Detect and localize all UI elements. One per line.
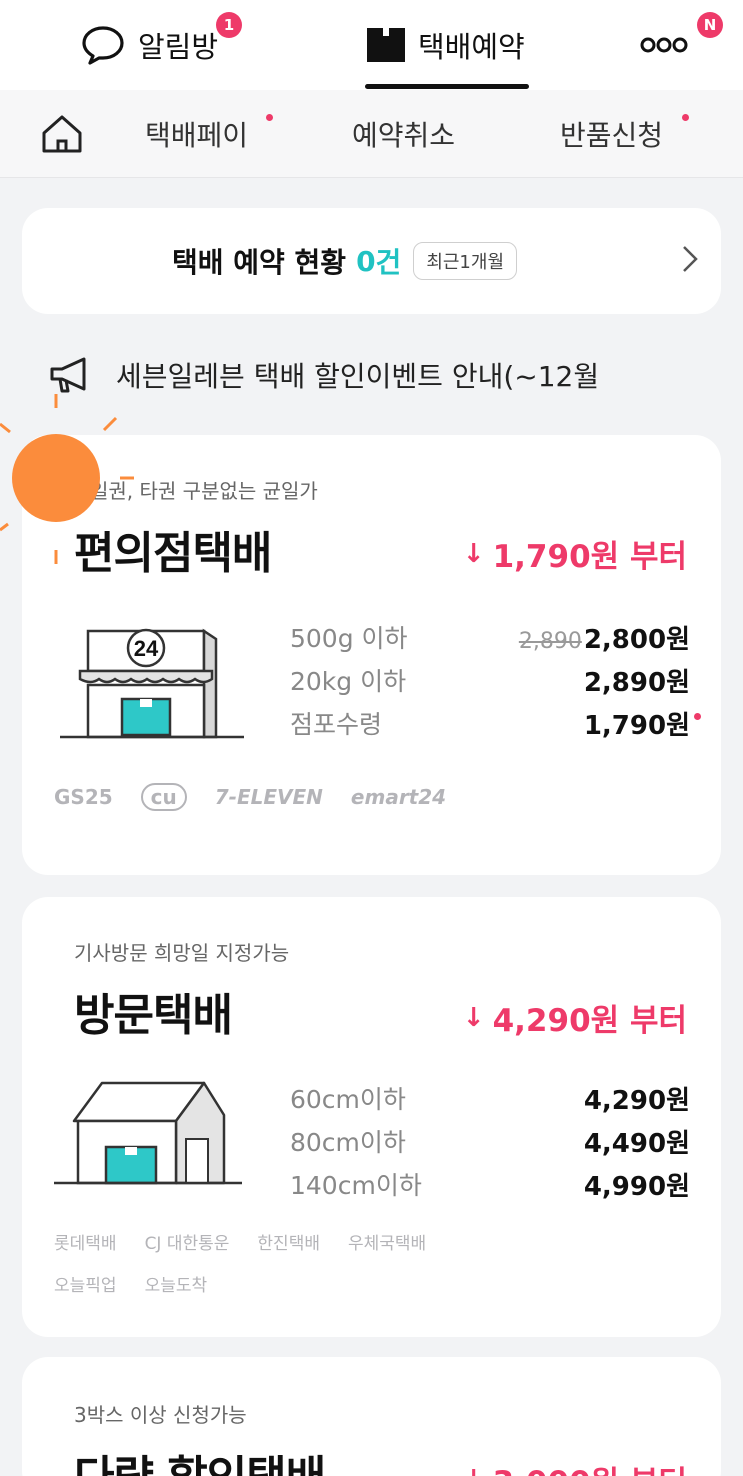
parcel-pay-dot bbox=[266, 114, 273, 121]
price-row-label: 20kg 이하 bbox=[290, 667, 407, 696]
from-price-text: 4,290원 부터 bbox=[492, 1003, 687, 1039]
price-row-label: 140cm이하 bbox=[290, 1171, 422, 1200]
house-icon bbox=[54, 1081, 242, 1185]
menu-return-request[interactable]: 반품신청 bbox=[560, 90, 663, 178]
card-title: 다량 할인택배 bbox=[74, 1441, 326, 1476]
logo-cu: cu bbox=[140, 783, 187, 811]
card-subtitle: 기사방문 희망일 지정가능 bbox=[74, 941, 290, 965]
status-unit: 건 bbox=[375, 246, 402, 279]
logo-today-pickup: 오늘픽업 bbox=[54, 1276, 117, 1296]
price-row: 140cm이하 4,990원 bbox=[290, 1164, 690, 1204]
tab-parcel-reservation-label: 택배예약 bbox=[418, 30, 525, 64]
tab-notifications[interactable]: 알림방 bbox=[80, 0, 218, 90]
period-pill: 최근1개월 bbox=[413, 242, 518, 280]
down-arrow-icon: ↓ bbox=[463, 1465, 485, 1476]
menu-return-request-label: 반품신청 bbox=[560, 119, 664, 152]
return-request-dot bbox=[682, 114, 689, 121]
partner-logos: GS25 cu 7-ELEVEN emart24 bbox=[54, 783, 474, 811]
box-icon bbox=[367, 28, 405, 62]
price-value: 4,290원 bbox=[583, 1085, 690, 1116]
service-card-home-pickup[interactable]: 기사방문 희망일 지정가능 방문택배 ↓ 4,290원 부터 60cm이하 4,… bbox=[22, 897, 721, 1337]
menu-cancel-reservation-label: 예약취소 bbox=[352, 119, 456, 152]
active-tab-indicator bbox=[365, 84, 529, 89]
service-card-bulk[interactable]: 3박스 이상 신청가능 다량 할인택배 ↓ 3,000원 부터 bbox=[22, 1357, 721, 1476]
menu-parcel-pay-label: 택배페이 bbox=[145, 119, 249, 152]
store-number: 24 bbox=[134, 636, 159, 661]
price-row: 80cm이하 4,490원 bbox=[290, 1121, 690, 1161]
courier-logos: 롯데택배 CJ 대한통운 한진택배 우체국택배 bbox=[54, 1229, 454, 1254]
price-row: 500g 이하 2,8902,800원 bbox=[290, 617, 690, 657]
chat-bubble-icon bbox=[82, 26, 124, 65]
price-value: 2,890원 bbox=[583, 667, 690, 698]
reservation-status-card[interactable]: 택배 예약 현황 0 건 최근1개월 bbox=[22, 208, 721, 314]
from-price-text: 1,790원 부터 bbox=[492, 539, 687, 575]
price-row-label: 60cm이하 bbox=[290, 1085, 406, 1114]
courier-logos-row2: 오늘픽업 오늘도착 bbox=[54, 1271, 235, 1296]
chevron-right-icon bbox=[683, 246, 698, 272]
card-subtitle: 3박스 이상 신청가능 bbox=[74, 1403, 247, 1427]
old-price: 2,890 bbox=[518, 628, 582, 654]
logo-7eleven: 7-ELEVEN bbox=[214, 785, 323, 809]
logo-today-arrival: 오늘도착 bbox=[144, 1276, 208, 1296]
card-from-price: ↓ 3,000원 부터 bbox=[463, 1457, 687, 1476]
logo-gs25: GS25 bbox=[54, 785, 113, 809]
top-tab-bar: 알림방 1 택배예약 N bbox=[0, 0, 743, 90]
store-pickup-dot bbox=[694, 713, 701, 720]
price-row-label: 80cm이하 bbox=[290, 1128, 406, 1157]
price-value: 1,790원 bbox=[583, 710, 690, 741]
home-button[interactable] bbox=[40, 90, 84, 178]
logo-cj: CJ 대한통운 bbox=[144, 1234, 230, 1254]
sub-menu: 택배페이 예약취소 반품신청 bbox=[0, 90, 743, 178]
sun-decoration-icon bbox=[0, 394, 134, 564]
home-icon bbox=[42, 115, 82, 153]
price-row-label: 점포수령 bbox=[290, 710, 383, 739]
price-value: 4,990원 bbox=[583, 1171, 690, 1202]
price-value: 2,800원 bbox=[583, 624, 690, 655]
logo-epost: 우체국택배 bbox=[347, 1234, 427, 1254]
menu-cancel-reservation[interactable]: 예약취소 bbox=[352, 90, 455, 178]
price-row: 60cm이하 4,290원 bbox=[290, 1078, 690, 1118]
card-from-price: ↓ 1,790원 부터 bbox=[463, 531, 687, 576]
logo-lotte: 롯데택배 bbox=[54, 1234, 117, 1254]
convenience-store-icon: 24 bbox=[60, 628, 244, 739]
menu-parcel-pay[interactable]: 택배페이 bbox=[145, 90, 248, 178]
price-row-label: 500g 이하 bbox=[290, 624, 408, 653]
megaphone-icon bbox=[50, 357, 86, 393]
tab-notifications-label: 알림방 bbox=[138, 30, 219, 64]
from-price-text: 3,000원 부터 bbox=[493, 1457, 687, 1476]
down-arrow-icon: ↓ bbox=[462, 538, 485, 569]
tab-more[interactable] bbox=[640, 0, 688, 90]
price-row: 20kg 이하 2,890원 bbox=[290, 660, 690, 700]
tab-parcel-reservation[interactable]: 택배예약 bbox=[366, 0, 525, 90]
card-title: 방문택배 bbox=[74, 990, 233, 1041]
logo-emart24: emart24 bbox=[350, 785, 447, 809]
down-arrow-icon: ↓ bbox=[462, 1002, 485, 1033]
more-icon bbox=[640, 37, 688, 53]
card-from-price: ↓ 4,290원 부터 bbox=[463, 995, 687, 1040]
status-count: 0 bbox=[356, 244, 376, 278]
price-value: 4,490원 bbox=[583, 1128, 690, 1159]
notice-text: 세븐일레븐 택배 할인이벤트 안내(~12월 bbox=[116, 360, 600, 393]
status-label: 택배 예약 현황 bbox=[172, 246, 347, 279]
new-badge: N bbox=[697, 12, 723, 38]
notification-badge: 1 bbox=[216, 12, 242, 38]
price-row: 점포수령 1,790원 bbox=[290, 703, 690, 743]
logo-hanjin: 한진택배 bbox=[257, 1234, 320, 1254]
